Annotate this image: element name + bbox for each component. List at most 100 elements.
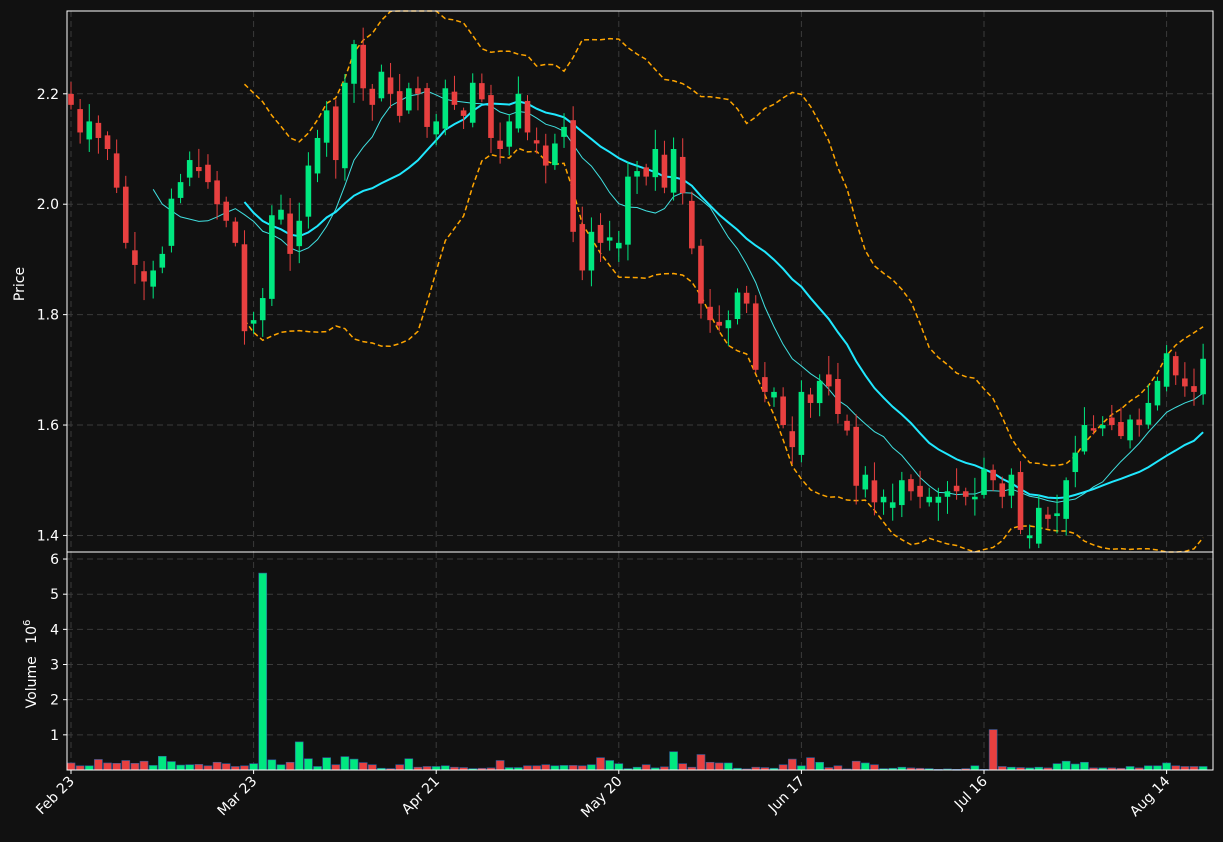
- candle-body: [360, 44, 366, 89]
- candle-body: [625, 176, 631, 245]
- volume-bar: [148, 765, 158, 771]
- price-tick-label: 1.8: [37, 308, 59, 324]
- volume-bar: [605, 760, 614, 771]
- candle-body: [835, 379, 841, 414]
- volume-bar: [249, 763, 258, 771]
- candle-body: [68, 93, 74, 105]
- volume-bar: [121, 760, 131, 771]
- volume-bar: [568, 765, 578, 771]
- candle-body: [332, 106, 339, 161]
- price-panel-frame: [66, 10, 1214, 553]
- candle-body: [1182, 378, 1188, 387]
- volume-bar: [221, 763, 231, 771]
- candle-body: [679, 156, 686, 194]
- volume-bar: [66, 762, 76, 771]
- volume-bar: [1189, 766, 1199, 771]
- volume-axis-label-text: Volume: [24, 656, 40, 708]
- candle-body: [588, 231, 595, 271]
- candle-body: [479, 83, 485, 100]
- candle-body: [926, 496, 933, 503]
- x-axis-ticks: Feb 23 Mar 23 Apr 21 May 20 Jun 17 Jul 16 Aug …: [33, 770, 1173, 821]
- volume-bar: [550, 765, 560, 771]
- volume-bar: [1125, 766, 1135, 771]
- fast-moving-average-line: [152, 90, 1204, 503]
- volume-bar: [1071, 763, 1080, 771]
- candle-body: [743, 292, 750, 304]
- volume-tick-label: 4: [50, 622, 59, 638]
- volume-bar: [349, 758, 359, 771]
- candle-body: [1163, 353, 1170, 387]
- candle-body: [899, 480, 905, 506]
- volume-bar: [203, 765, 213, 771]
- volume-bar: [1180, 766, 1190, 771]
- volume-bar: [587, 764, 596, 771]
- candle-body: [780, 396, 786, 426]
- volume-bars: [66, 572, 1208, 771]
- volume-bar: [1171, 765, 1181, 771]
- candle-body: [515, 93, 522, 129]
- candle-body: [661, 154, 668, 188]
- candle-body: [159, 253, 166, 268]
- candle-body: [1026, 535, 1033, 539]
- candle-body: [917, 485, 923, 497]
- candle-body: [762, 377, 768, 392]
- volume-bar: [267, 759, 277, 771]
- volume-bar: [75, 765, 85, 771]
- volume-bar: [395, 764, 404, 771]
- candle-body: [533, 140, 540, 144]
- candle-body: [122, 186, 129, 243]
- volume-bar: [422, 766, 432, 771]
- candle-body: [186, 160, 193, 178]
- candle-body: [488, 95, 494, 138]
- volume-tick-label: 3: [50, 658, 59, 674]
- candle-body: [1191, 386, 1197, 392]
- x-tick-label: Apr 21: [399, 774, 443, 818]
- candle-body: [962, 491, 969, 497]
- volume-axis-label: Volume 106: [22, 620, 40, 709]
- volume-bar: [532, 765, 541, 771]
- price-grid: [67, 11, 1213, 552]
- volume-bar: [276, 764, 286, 771]
- candle-body: [634, 171, 640, 177]
- price-tick-label: 2.0: [37, 197, 59, 213]
- candle-body: [944, 491, 951, 497]
- candle-body: [570, 120, 576, 232]
- candle-body: [752, 303, 759, 370]
- candle-body: [506, 121, 513, 147]
- candle-body: [387, 77, 394, 94]
- volume-bar: [988, 729, 998, 771]
- volume-bar: [1162, 762, 1171, 771]
- candle-body: [889, 502, 896, 508]
- candle-body: [1118, 422, 1124, 437]
- x-tick-label: Jun 17: [765, 774, 808, 817]
- candle-body: [296, 220, 303, 247]
- volume-tick-label: 2: [50, 693, 59, 709]
- candle-body: [771, 391, 777, 398]
- candle-body: [223, 201, 230, 221]
- candle-body: [862, 474, 869, 490]
- price-tick-label: 1.6: [37, 418, 59, 434]
- volume-bar: [322, 757, 331, 771]
- candle-body: [1035, 507, 1042, 544]
- candle-body: [342, 82, 348, 169]
- candle-body: [707, 306, 713, 321]
- candle-body: [196, 167, 202, 172]
- candle-body: [214, 180, 220, 205]
- volume-bar: [1144, 765, 1153, 771]
- candle-body: [1127, 419, 1133, 441]
- volume-bar: [596, 757, 605, 771]
- volume-bar: [851, 760, 861, 771]
- volume-bar: [577, 765, 587, 771]
- candle-body: [497, 140, 503, 150]
- candle-body: [424, 88, 430, 127]
- candle-body: [132, 250, 138, 265]
- candle-body: [725, 320, 732, 329]
- volume-bar: [130, 763, 140, 771]
- price-tick-label: 1.4: [37, 528, 59, 544]
- volume-bar: [678, 763, 688, 771]
- volume-bar: [997, 766, 1007, 771]
- candle-body: [844, 420, 850, 431]
- moving-averages: [152, 90, 1204, 503]
- candle-body: [287, 213, 293, 254]
- volume-bar: [523, 765, 532, 771]
